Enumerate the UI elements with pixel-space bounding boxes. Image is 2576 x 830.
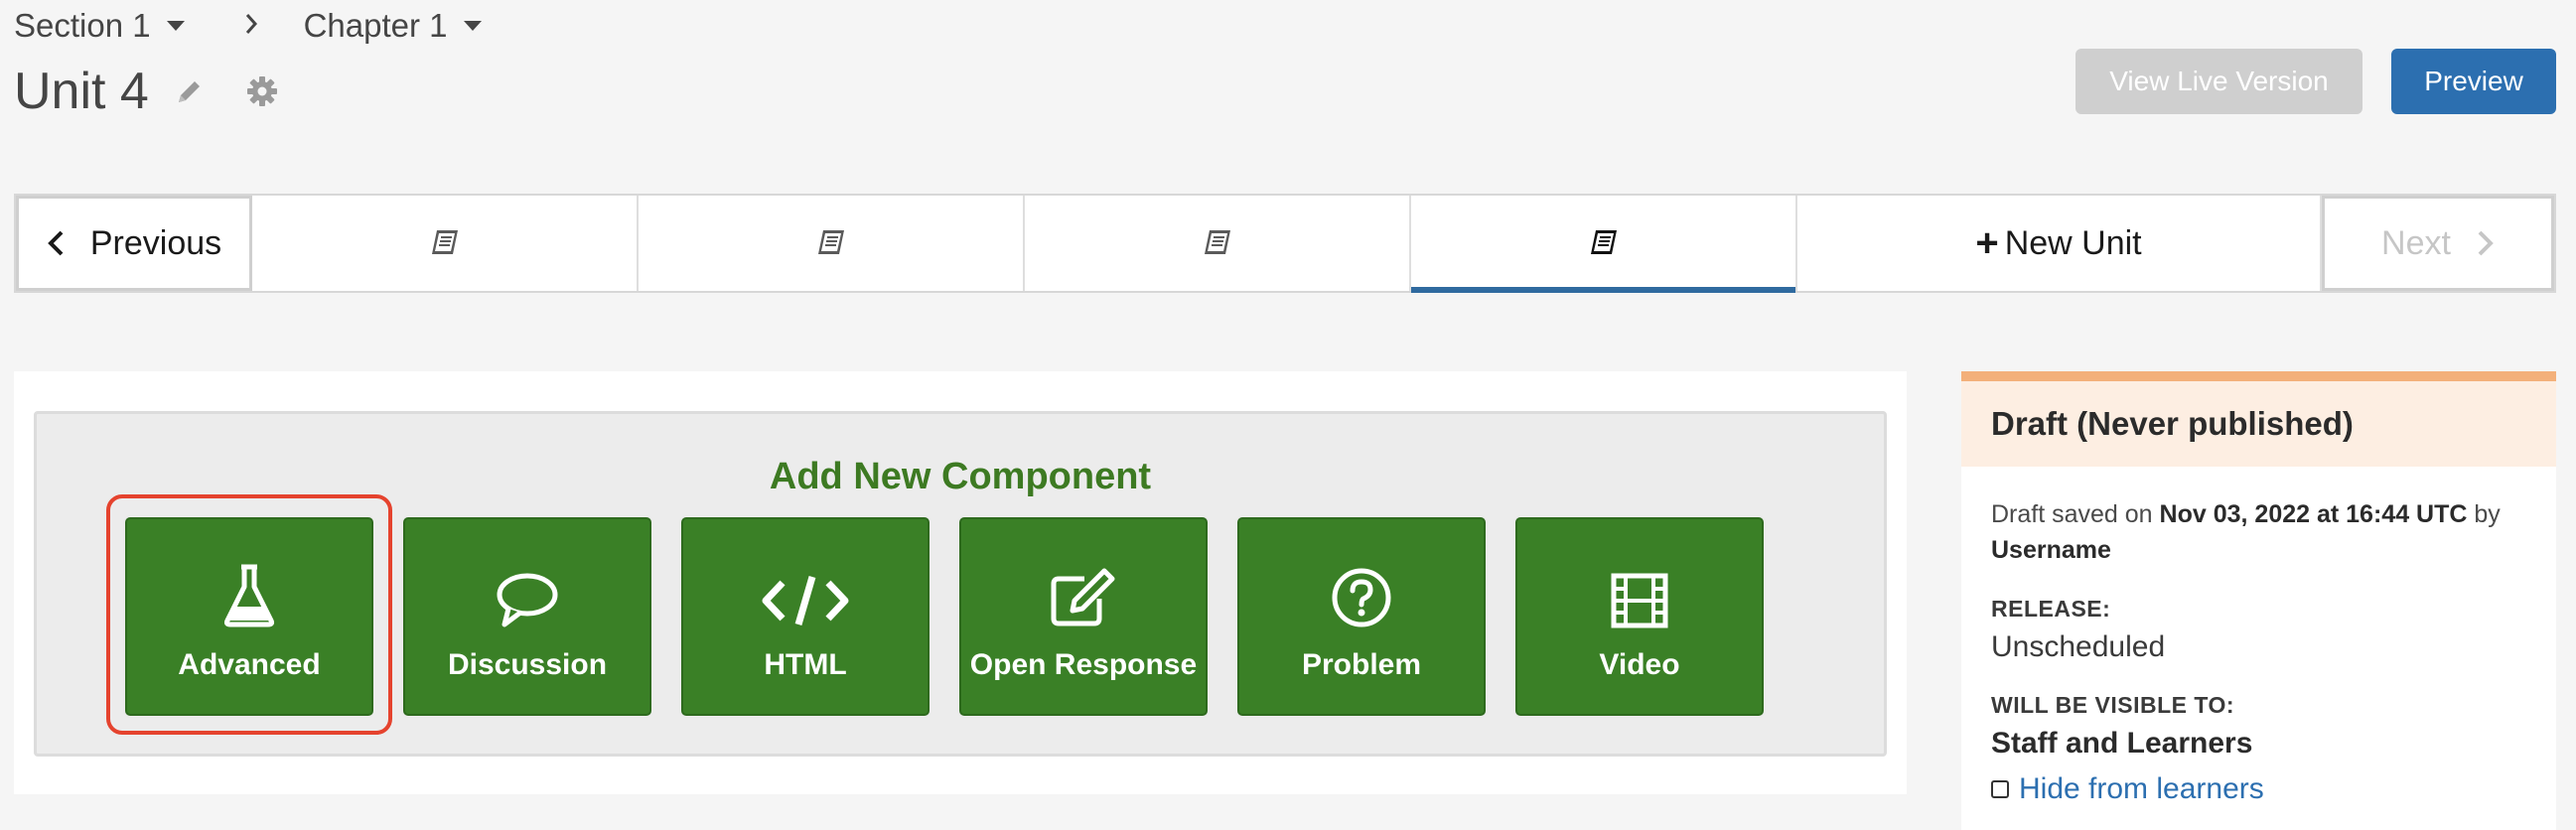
next-label: Next xyxy=(2381,223,2451,262)
caret-down-icon xyxy=(463,21,482,31)
edit-icon xyxy=(1051,568,1115,626)
unit-navigation: Previous + New Unit Next xyxy=(14,194,2556,293)
publish-status-sidebar: Draft (Never published) Draft saved on N… xyxy=(1961,371,2556,830)
code-icon xyxy=(762,576,849,625)
open-response-component-button[interactable]: Open Response xyxy=(959,517,1208,716)
unit-title-row: Unit 4 xyxy=(14,62,278,121)
unit-tab-4-active[interactable] xyxy=(1411,196,1797,293)
advanced-component-button[interactable]: Advanced xyxy=(125,517,373,716)
html-component-button[interactable]: HTML xyxy=(681,517,930,716)
breadcrumb-chapter-label: Chapter 1 xyxy=(303,7,448,44)
gear-icon[interactable] xyxy=(246,75,278,107)
plus-icon: + xyxy=(1975,221,1999,265)
breadcrumb-section[interactable]: Section 1 xyxy=(14,7,185,45)
breadcrumb-chapter[interactable]: Chapter 1 xyxy=(304,7,482,45)
saved-date: Nov 03, 2022 at 16:44 UTC xyxy=(2159,500,2468,528)
html-label: HTML xyxy=(764,648,847,681)
unit-tab-1[interactable] xyxy=(252,196,639,291)
page-title: Unit 4 xyxy=(14,63,149,120)
pencil-icon[interactable] xyxy=(175,76,205,106)
question-circle-icon xyxy=(1332,568,1391,627)
book-icon xyxy=(1590,230,1617,254)
discussion-component-button[interactable]: Discussion xyxy=(403,517,651,716)
book-icon xyxy=(817,230,844,254)
release-value: Unscheduled xyxy=(1991,630,2166,663)
problem-label: Problem xyxy=(1301,648,1422,681)
hide-from-learners-row: Hide from learners xyxy=(1991,772,2526,806)
breadcrumb-section-label: Section 1 xyxy=(14,7,151,44)
film-icon xyxy=(1611,573,1668,628)
advanced-label: Advanced xyxy=(178,648,321,681)
open-response-label: Open Response xyxy=(969,648,1198,681)
problem-component-button[interactable]: Problem xyxy=(1237,517,1486,716)
book-icon xyxy=(1204,230,1230,254)
new-unit-label: New Unit xyxy=(2004,223,2142,262)
unit-content-panel: Add New Component Advanced Discussion HT… xyxy=(14,371,1907,794)
flask-icon xyxy=(223,564,275,627)
caret-down-icon xyxy=(166,21,185,31)
hide-from-learners-checkbox[interactable] xyxy=(1991,780,2009,798)
draft-saved-info: Draft saved on Nov 03, 2022 at 16:44 UTC… xyxy=(1991,496,2526,568)
unit-tab-3[interactable] xyxy=(1025,196,1411,291)
next-button[interactable]: Next xyxy=(2322,196,2554,291)
view-live-version-button[interactable]: View Live Version xyxy=(2075,49,2362,114)
book-icon xyxy=(431,230,458,254)
component-button-row: Advanced Discussion HTML Open Response P… xyxy=(125,517,1764,716)
discussion-label: Discussion xyxy=(447,648,608,681)
chevron-right-icon xyxy=(244,9,258,43)
release-label: RELEASE: xyxy=(1991,596,2111,622)
saved-by: by xyxy=(2474,500,2501,528)
breadcrumb: Section 1 Chapter 1 xyxy=(14,6,482,46)
add-component-box: Add New Component Advanced Discussion HT… xyxy=(34,411,1887,757)
preview-button[interactable]: Preview xyxy=(2391,49,2556,114)
previous-button[interactable]: Previous xyxy=(16,196,252,291)
draft-status-title: Draft (Never published) xyxy=(1961,371,2556,467)
add-component-title: Add New Component xyxy=(769,456,1152,497)
previous-label: Previous xyxy=(89,223,222,262)
chevron-left-icon xyxy=(48,230,64,256)
visible-to-value: Staff and Learners xyxy=(1991,727,2253,760)
hide-from-learners-link[interactable]: Hide from learners xyxy=(2019,772,2264,806)
visible-to-label: WILL BE VISIBLE TO: xyxy=(1991,692,2235,718)
video-component-button[interactable]: Video xyxy=(1515,517,1764,716)
saved-prefix: Draft saved on xyxy=(1991,500,2153,528)
new-unit-button[interactable]: + New Unit xyxy=(1797,196,2322,291)
saved-user: Username xyxy=(1991,536,2111,564)
unit-tab-2[interactable] xyxy=(639,196,1025,291)
video-label: Video xyxy=(1599,648,1680,681)
speech-bubble-icon xyxy=(497,573,558,627)
chevron-right-icon xyxy=(2478,230,2494,256)
